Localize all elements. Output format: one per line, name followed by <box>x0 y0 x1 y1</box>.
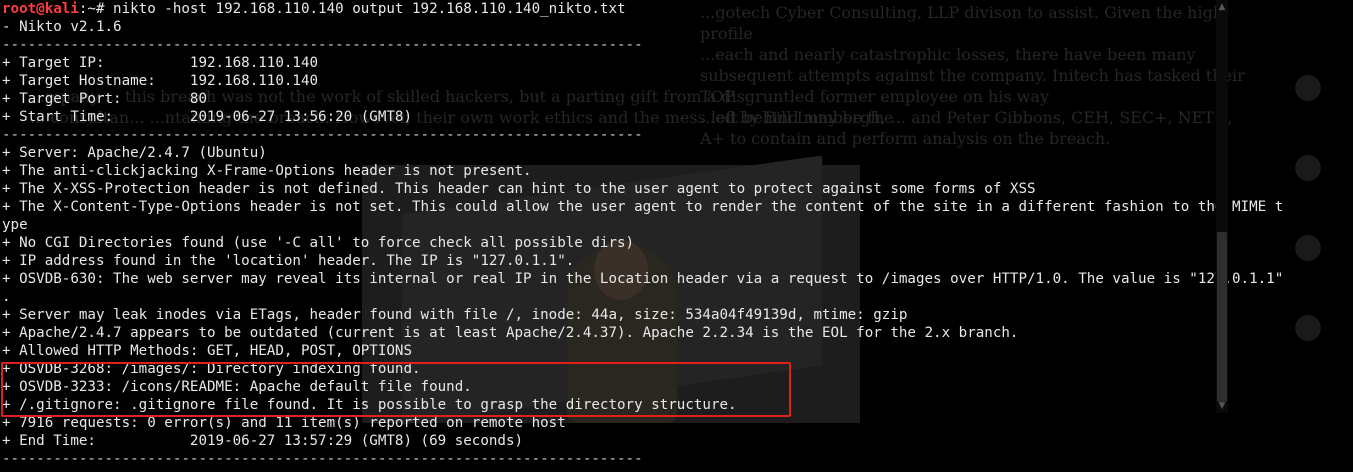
output-line: + The anti-clickjacking X-Frame-Options … <box>2 163 532 179</box>
output-line: + No CGI Directories found (use '-C all'… <box>2 235 635 251</box>
output-line: + Server: Apache/2.4.7 (Ubuntu) <box>2 145 267 161</box>
output-line: + The X-Content-Type-Options header is n… <box>2 199 1284 215</box>
prompt-path: :~# <box>78 1 105 17</box>
scroll-down-icon[interactable]: ▼ <box>1217 401 1227 411</box>
scroll-up-icon[interactable]: ▲ <box>1217 2 1227 12</box>
output-line: + The X-XSS-Protection header is not def… <box>2 181 1036 197</box>
background-circle-icon <box>1295 155 1321 181</box>
output-line: + Target Port: 80 <box>2 91 207 107</box>
scrollbar-thumb[interactable] <box>1217 232 1227 402</box>
findings-highlight-box <box>1 362 791 417</box>
output-line: + Allowed HTTP Methods: GET, HEAD, POST,… <box>2 343 412 359</box>
output-line: + Target IP: 192.168.110.140 <box>2 55 319 71</box>
output-line: + Server may leak inodes via ETags, head… <box>2 307 908 323</box>
prompt-command: nikto -host 192.168.110.140 output 192.1… <box>104 1 626 17</box>
output-line: - Nikto v2.1.6 <box>2 19 122 35</box>
separator-line: ----------------------------------------… <box>2 451 643 467</box>
prompt-user-host: root@kali <box>2 1 79 17</box>
background-circle-icon <box>1295 235 1321 261</box>
separator-line: ----------------------------------------… <box>2 37 643 53</box>
separator-line: ----------------------------------------… <box>2 127 643 143</box>
output-line: + Apache/2.4.7 appears to be outdated (c… <box>2 325 1019 341</box>
output-line: . <box>2 289 11 305</box>
output-line: + Start Time: 2019-06-27 13:56:20 (GMT8) <box>2 109 412 125</box>
output-line: + OSVDB-630: The web server may reveal i… <box>2 271 1284 287</box>
background-circle-icon <box>1295 75 1321 101</box>
output-line: ype <box>2 217 28 233</box>
prompt-line: root@kali:~# nikto -host 192.168.110.140… <box>0 0 1228 18</box>
output-line: + End Time: 2019-06-27 13:57:29 (GMT8) (… <box>2 433 524 449</box>
output-line: + IP address found in the 'location' hea… <box>2 253 575 269</box>
terminal-scrollbar[interactable]: ▲ ▼ <box>1216 0 1228 413</box>
output-line: + Target Hostname: 192.168.110.140 <box>2 73 319 89</box>
background-circle-icon <box>1295 315 1321 341</box>
